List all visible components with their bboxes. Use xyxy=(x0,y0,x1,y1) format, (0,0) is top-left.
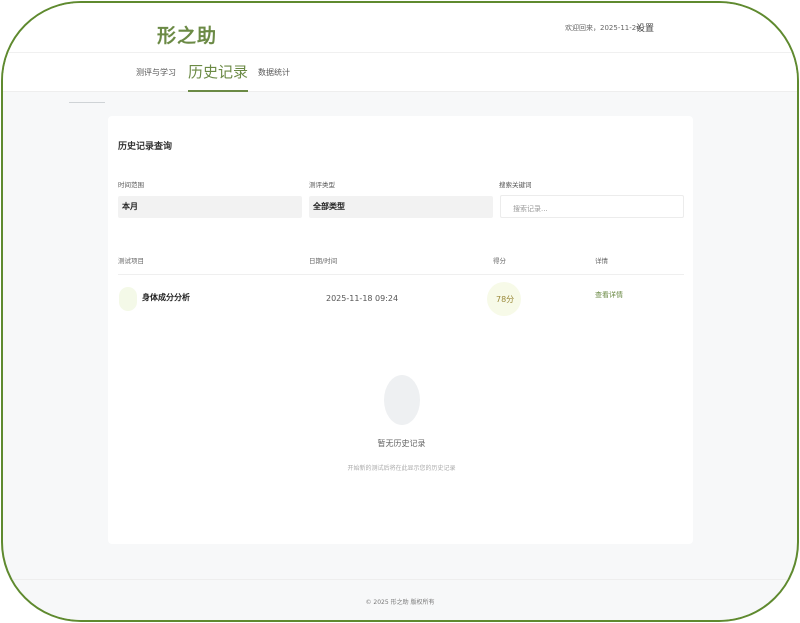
nav-tabs: 测评与学习 历史记录 数据统计 xyxy=(3,53,797,92)
header: 形之助 欢迎回来，2025-11-24 设置 xyxy=(3,3,797,53)
type-label: 测评类型 xyxy=(309,181,335,189)
time-range-select[interactable]: 本月 xyxy=(118,196,302,218)
tab-assessment-learning[interactable]: 测评与学习 xyxy=(136,67,176,78)
footer: © 2025 形之助 版权所有 xyxy=(3,579,797,620)
column-header-datetime: 日期/时间 xyxy=(309,257,338,265)
column-header-item: 测试项目 xyxy=(118,257,144,265)
settings-link[interactable]: 设置 xyxy=(636,21,654,34)
history-card: 历史记录查询 时间范围 本月 测评类型 全部类型 搜索关键词 测试项目 日期/时… xyxy=(108,116,693,544)
column-header-detail: 详情 xyxy=(595,257,608,265)
empty-state-subtitle: 开始新的测试后将在此显示您的历史记录 xyxy=(347,465,456,472)
type-select[interactable]: 全部类型 xyxy=(309,196,493,218)
card-title: 历史记录查询 xyxy=(118,142,173,152)
empty-state-icon xyxy=(384,375,420,425)
empty-state-title: 暂无历史记录 xyxy=(377,439,426,448)
divider xyxy=(69,102,105,103)
view-detail-link[interactable]: 查看详情 xyxy=(595,290,623,300)
tab-history[interactable]: 历史记录 xyxy=(188,61,249,92)
table-divider xyxy=(118,274,684,275)
column-header-score: 得分 xyxy=(493,257,506,265)
app-window: 形之助 欢迎回来，2025-11-24 设置 测评与学习 历史记录 数据统计 历… xyxy=(1,1,799,622)
tab-statistics[interactable]: 数据统计 xyxy=(258,67,290,78)
copyright-text: © 2025 形之助 版权所有 xyxy=(365,599,435,606)
welcome-text: 欢迎回来，2025-11-24 xyxy=(565,24,641,32)
item-icon xyxy=(119,287,137,311)
search-input[interactable] xyxy=(501,198,683,220)
brand-logo[interactable]: 形之助 xyxy=(157,21,217,48)
row-datetime: 2025-11-18 09:24 xyxy=(326,294,399,303)
keyword-label: 搜索关键词 xyxy=(499,181,532,189)
time-range-label: 时间范围 xyxy=(118,181,144,189)
row-item-name: 身体成分分析 xyxy=(142,293,190,302)
row-score: 78分 xyxy=(496,295,515,304)
search-box xyxy=(500,195,684,220)
